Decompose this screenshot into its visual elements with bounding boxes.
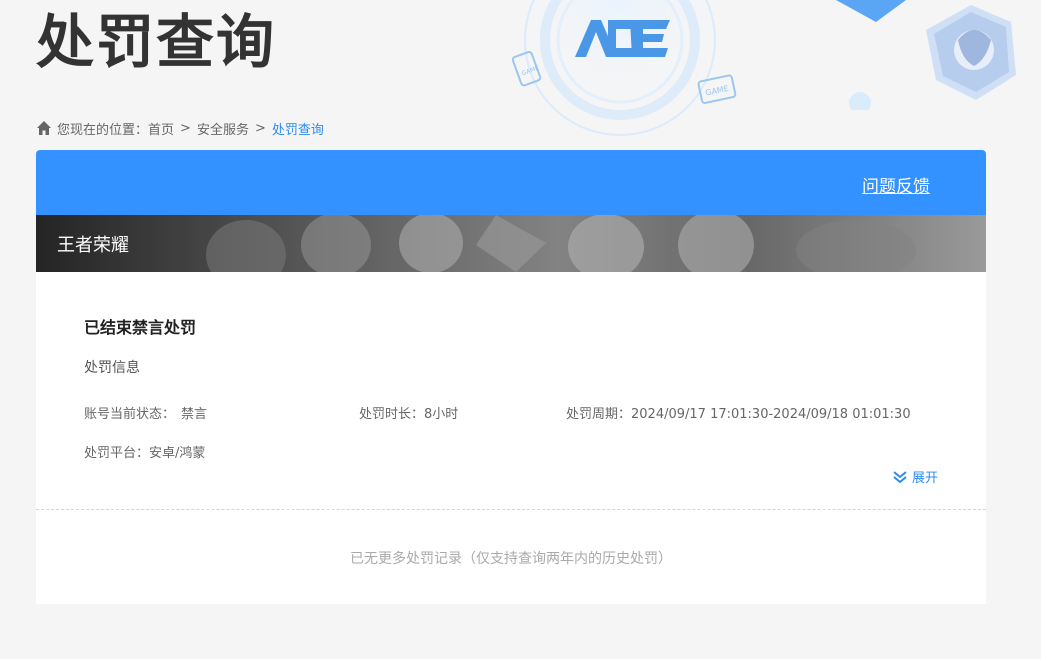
penalty-duration-label: 处罚时长：: [359, 407, 425, 422]
header-bar: 问题反馈: [36, 150, 986, 215]
penalty-period-label: 处罚周期：: [566, 407, 632, 422]
penalty-platform-label: 处罚平台：: [84, 446, 150, 461]
page-title: 处罚查询: [36, 8, 277, 76]
game-name: 王者荣耀: [57, 235, 129, 256]
record-title: 已结束禁言处罚: [84, 318, 197, 337]
penalty-duration-value: 8小时: [424, 407, 459, 422]
expand-button[interactable]: 展开: [892, 467, 938, 486]
breadcrumb-current: 处罚查询: [271, 122, 324, 138]
divider: [36, 509, 986, 510]
breadcrumb: 您现在的位置： 首页 > 安全服务 > 处罚查询: [36, 118, 324, 138]
breadcrumb-security-link[interactable]: 安全服务: [197, 119, 249, 138]
penalty-duration: 处罚时长：8小时: [359, 403, 458, 422]
breadcrumb-separator: >: [254, 120, 266, 136]
home-icon: [37, 121, 51, 135]
hero-avatar-decoration: [836, 0, 1016, 110]
breadcrumb-home-link[interactable]: 首页: [148, 119, 174, 138]
penalty-period: 处罚周期：2024/09/17 17:01:30-2024/09/18 01:0…: [566, 403, 911, 422]
penalty-record-card: 已结束禁言处罚 处罚信息 账号当前状态： 禁言 处罚时长：8小时 处罚周期：202…: [36, 272, 986, 604]
breadcrumb-separator: >: [180, 120, 191, 136]
game-banner: 王者荣耀: [36, 215, 986, 272]
penalty-period-value: 2024/09/17 17:01:30-2024/09/18 01:01:30: [631, 407, 911, 422]
penalty-platform: 处罚平台：安卓/鸿蒙: [84, 442, 205, 461]
penalty-platform-value: 安卓/鸿蒙: [149, 446, 206, 461]
no-more-records-text: 已无更多处罚记录（仅支持查询两年内的历史处罚）: [350, 551, 672, 567]
expand-label: 展开: [911, 471, 938, 486]
double-chevron-down-icon: [893, 470, 907, 483]
account-status-label: 账号当前状态：: [84, 407, 176, 422]
account-status-value: 禁言: [181, 407, 208, 422]
section-label: 处罚信息: [84, 360, 140, 376]
ace-logo-decoration: GAME GAME: [511, 0, 737, 140]
feedback-link[interactable]: 问题反馈: [862, 172, 930, 197]
svg-text:GAME: GAME: [705, 84, 730, 98]
breadcrumb-prefix: 您现在的位置：: [57, 122, 149, 138]
game-banner-artwork: [36, 215, 986, 272]
account-status: 账号当前状态： 禁言: [84, 403, 207, 422]
svg-text:GAME: GAME: [521, 65, 540, 78]
